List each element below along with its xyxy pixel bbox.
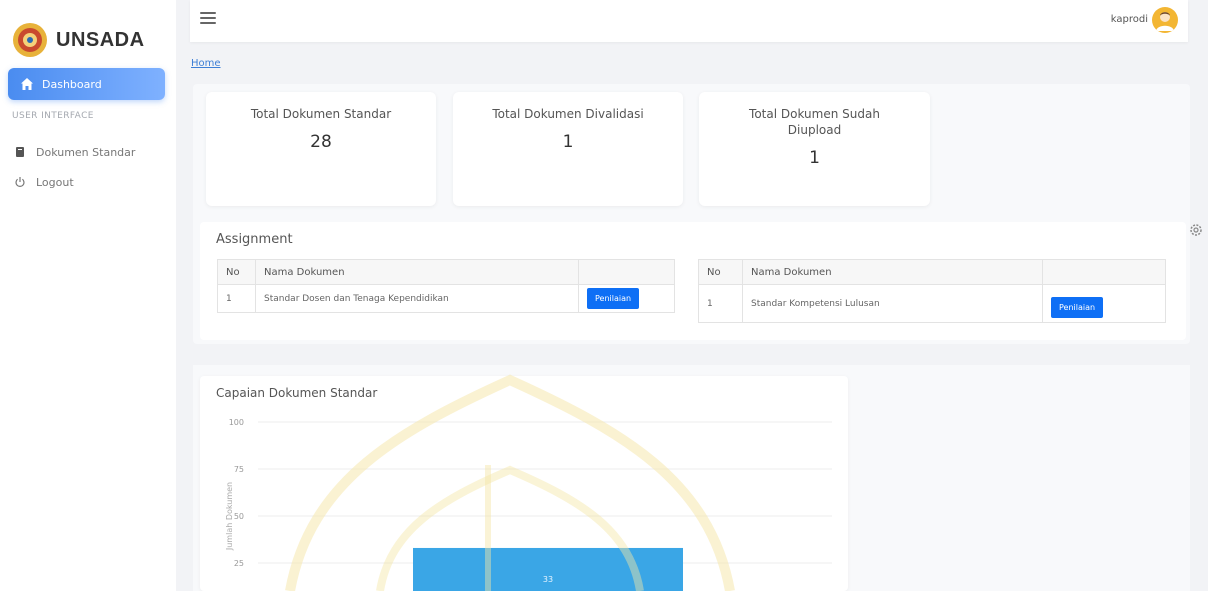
home-icon — [21, 78, 33, 90]
sidebar-item-label: Logout — [36, 175, 74, 189]
stat-title: Total Dokumen Standar — [250, 107, 392, 121]
sidebar-item-label: Dashboard — [42, 77, 102, 91]
bar-data-label: 33 — [543, 575, 553, 584]
bar-chart: 100 75 50 25Jumlah Dokumen 33 — [225, 418, 832, 591]
row-document-name: Standar Dosen dan Tenaga Kependidikan — [255, 284, 579, 313]
sidebar: UNSADA Dashboard USER INTERFACE Dokumen … — [0, 0, 176, 591]
row-no: 1 — [698, 284, 743, 323]
sidebar-item-dashboard[interactable]: Dashboard — [8, 68, 165, 100]
row-document-name: Standar Kompetensi Lulusan — [742, 284, 1043, 323]
assignment-table-right: No Nama Dokumen 1 Standar Kompetensi Lul… — [698, 259, 1166, 323]
column-header-no: No — [217, 259, 256, 285]
column-header-nama-dokumen: Nama Dokumen — [255, 259, 579, 285]
y-tick-label: 75 — [234, 465, 244, 474]
penilaian-button[interactable]: Penilaian — [1051, 297, 1104, 318]
column-header-no: No — [698, 259, 743, 285]
sidebar-item-dokumen-standar[interactable]: Dokumen Standar — [14, 142, 135, 162]
stat-card-divalidasi: Total Dokumen Divalidasi 1 — [453, 92, 683, 206]
penilaian-button[interactable]: Penilaian — [587, 288, 640, 309]
assignment-title: Assignment — [216, 232, 293, 247]
row-no: 1 — [217, 284, 256, 313]
table-row: 1 Standar Kompetensi Lulusan Penilaian — [698, 284, 1166, 323]
sidebar-item-label: Dokumen Standar — [36, 145, 136, 159]
brand[interactable]: UNSADA — [12, 20, 145, 60]
sidebar-item-logout[interactable]: Logout — [14, 172, 74, 192]
column-header-action — [1042, 259, 1166, 285]
breadcrumb-home[interactable]: Home — [191, 58, 221, 69]
user-avatar-icon — [1156, 12, 1174, 31]
top-navbar: kaprodi — [190, 0, 1188, 42]
table-header-row: No Nama Dokumen — [217, 259, 675, 285]
sidebar-section-label: USER INTERFACE — [12, 111, 94, 121]
y-tick-label: 25 — [234, 559, 244, 568]
table-header-row: No Nama Dokumen — [698, 259, 1166, 285]
stat-title: Total Dokumen Divalidasi — [492, 107, 644, 121]
y-tick-label: 100 — [229, 418, 244, 427]
y-axis-label: Jumlah Dokumen — [225, 482, 234, 551]
y-tick-label: 50 — [234, 512, 244, 521]
book-icon — [16, 147, 24, 157]
assignment-table-left: No Nama Dokumen 1 Standar Dosen dan Tena… — [217, 259, 675, 313]
table-row: 1 Standar Dosen dan Tenaga Kependidikan … — [217, 284, 675, 313]
stat-card-total-dokumen: Total Dokumen Standar 28 — [206, 92, 436, 206]
stat-value: 1 — [809, 148, 820, 168]
menu-toggle-icon[interactable] — [200, 12, 216, 26]
university-logo-icon — [13, 23, 47, 57]
power-icon — [15, 177, 25, 187]
column-header-action — [578, 259, 675, 285]
stat-value: 28 — [310, 132, 332, 152]
chart-bar — [413, 547, 683, 591]
stat-value: 1 — [562, 132, 574, 152]
stat-title: Total Dokumen Sudah Diupload — [749, 107, 880, 137]
user-name[interactable]: kaprodi — [1111, 14, 1148, 25]
assignment-card: Assignment No Nama Dokumen 1 Standar Dos… — [200, 222, 1186, 340]
brand-name: UNSADA — [56, 28, 145, 51]
chart-card: Capaian Dokumen Standar 100 75 50 25 Jumlah … — [200, 376, 848, 591]
avatar[interactable] — [1152, 7, 1178, 33]
settings-gear-icon[interactable] — [1188, 222, 1204, 238]
column-header-nama-dokumen: Nama Dokumen — [742, 259, 1043, 285]
stat-card-diupload: Total Dokumen Sudah Diupload 1 — [699, 92, 930, 206]
